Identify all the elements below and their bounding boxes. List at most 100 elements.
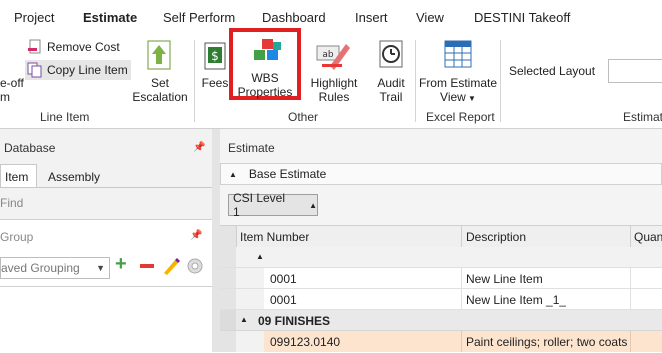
column-divider [461,226,462,248]
column-divider [461,268,462,288]
cell-item-number[interactable]: 0001 [270,272,297,286]
from-estimate-view-button[interactable]: From Estimate View ▼ [418,38,498,108]
cell-item-number[interactable]: 099123.0140 [270,335,340,349]
remove-cost-label: Remove Cost [47,40,120,54]
column-divider [630,331,631,352]
pin-icon[interactable]: 📌 [190,230,202,241]
ribbon-separator [194,40,195,122]
csi-level-select[interactable]: CSI Level 1 ▲ [228,191,318,219]
table-row[interactable]: 099123.0140 Paint ceilings; roller; two … [220,331,662,352]
svg-text:ab: ab [322,50,334,60]
set-escalation-label-2: Escalation [132,90,188,104]
table-row[interactable]: 0001 New Line Item [220,268,662,289]
estimate-title: Estimate [228,141,275,155]
pin-icon[interactable]: 📌 [193,142,205,153]
tab-dashboard[interactable]: Dashboard [262,10,326,25]
tab-project[interactable]: Project [14,10,54,25]
tab-assembly[interactable]: Assembly [48,170,100,184]
wbs-properties-button[interactable]: WBS Properties [229,28,301,100]
group-label-other: Other [288,110,319,124]
escalation-icon [147,40,171,70]
grouping-select-value: aved Grouping [1,261,80,275]
column-divider [461,331,462,352]
column-divider [630,289,631,309]
copy-line-item-button[interactable]: Copy Line Item [25,60,131,80]
column-header-item-number[interactable]: Item Number [240,230,309,244]
tab-view[interactable]: View [416,10,444,25]
cell-description[interactable]: New Line Item _1_ [466,293,566,307]
selected-layout-select[interactable] [608,59,662,83]
tab-estimate[interactable]: Estimate [83,10,137,25]
copy-icon [27,62,42,78]
fees-button[interactable]: $ Fees [200,38,230,98]
column-divider [630,226,631,248]
set-escalation-button[interactable]: Set Escalation [130,38,190,108]
group-label-line-item: Line Item [40,110,90,124]
column-header-quantity[interactable]: Quan [634,230,662,244]
database-pane: Database 📌 Item Assembly Find Group 📌 av… [0,129,212,353]
grid-header: Item Number Description Quan [220,225,662,249]
table-row-section[interactable]: ▲ 09 FINISHES [220,310,662,331]
estimate-pane: Estimate ▲ Base Estimate CSI Level 1 ▲ I… [220,129,662,352]
row-header [220,247,236,267]
row-header [220,289,236,309]
from-estimate-label-2: View [440,90,466,104]
tab-item-label: Item [5,169,29,184]
chevron-down-icon: ▼ [96,263,105,273]
find-label[interactable]: Find [0,196,23,210]
base-estimate-label: Base Estimate [248,167,327,181]
dropdown-arrow-icon: ▼ [465,94,476,103]
clock-icon [379,40,403,68]
tab-self-perform[interactable]: Self Perform [163,10,235,25]
collapse-triangle-icon: ▲ [229,169,237,179]
database-title: Database [4,141,56,155]
highlight-label-2: Rules [318,90,350,104]
row-header [220,268,236,288]
selected-layout-label: Selected Layout [509,64,596,78]
indent-cell [236,289,264,309]
indent-cell [236,268,264,288]
column-divider [461,289,462,309]
tab-item[interactable]: Item [0,164,37,188]
audit-trail-button[interactable]: Audit Trail [371,38,411,108]
cell-item-number[interactable]: 0001 [270,293,297,307]
remove-cost-icon [28,39,41,54]
menu-bar: Project Estimate Self Perform Dashboard … [0,0,662,34]
ribbon-separator [415,40,416,122]
table-row[interactable]: ▲ [220,247,662,268]
highlight-label-1: Highlight [310,76,358,90]
collapse-triangle-icon[interactable]: ▲ [256,252,264,261]
group-label-estimate: Estimat [623,110,662,124]
section-label: 09 FINISHES [258,314,331,328]
highlight-rules-button[interactable]: ab Highlight Rules [304,38,364,108]
tab-insert[interactable]: Insert [355,10,388,25]
cell-description[interactable]: New Line Item [466,272,543,286]
table-row[interactable]: 0001 New Line Item _1_ [220,289,662,310]
copy-line-item-label: Copy Line Item [47,63,128,77]
grouping-select[interactable]: aved Grouping ▼ [0,257,110,279]
fees-label: Fees [201,76,229,90]
set-escalation-label-1: Set [150,76,169,90]
column-header-description[interactable]: Description [466,230,526,244]
collapse-triangle-icon[interactable]: ▲ [240,315,248,324]
wbs-label-2: Properties [237,85,293,99]
cell-description[interactable]: Paint ceilings; roller; two coats [466,335,627,349]
spreadsheet-icon [444,40,472,68]
csi-level-value: CSI Level 1 [233,191,286,219]
column-divider [630,268,631,288]
from-estimate-label-1: From Estimate [418,76,497,90]
estimate-grid: Item Number Description Quan ▲ 0001 New … [220,225,662,352]
row-header [220,331,236,352]
remove-cost-button[interactable]: Remove Cost [27,37,127,57]
base-estimate-bar[interactable]: ▲ Base Estimate [220,163,662,185]
add-icon[interactable]: + [115,253,127,276]
tab-destini-takeoff[interactable]: DESTINI Takeoff [474,10,570,25]
wbs-label-1: WBS [251,71,279,85]
group-label-excel-report: Excel Report [426,110,495,124]
audit-label-2: Trail [379,90,403,104]
edit-pencil-icon[interactable] [162,257,180,275]
cutoff-button[interactable]: e-off m [0,76,24,104]
pane-splitter[interactable] [212,129,220,352]
remove-icon[interactable] [140,264,154,268]
gear-icon[interactable] [186,257,204,275]
